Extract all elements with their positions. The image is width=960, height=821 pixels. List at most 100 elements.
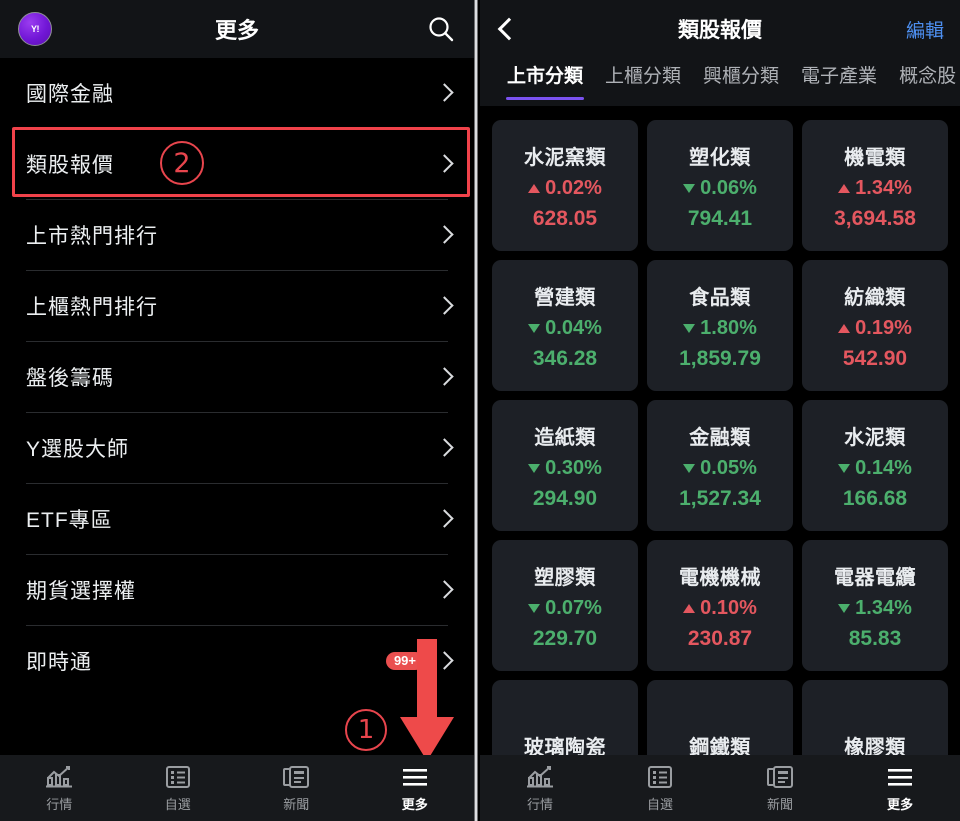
yahoo-avatar[interactable]: Y! xyxy=(18,12,52,46)
sector-tile[interactable]: 紡織類 0.19% 542.90 xyxy=(802,260,948,391)
tabbar-item-news[interactable]: 新聞 xyxy=(237,764,356,813)
sector-change-percent: 0.30% xyxy=(528,457,602,480)
sector-change-percent: 0.10% xyxy=(683,597,757,620)
screenshot-root: Y! 更多 國際金融類股報價上市熱門排行上櫃熱門排行盤後籌碼 Y選股大師 ETF專區… xyxy=(0,0,960,821)
sector-index-value: 3,694.58 xyxy=(834,206,916,230)
sector-name: 金融類 xyxy=(689,426,751,449)
sector-tile[interactable]: 營建類 0.04% 346.28 xyxy=(492,260,638,391)
sector-tile[interactable]: 塑膠類 0.07% 229.70 xyxy=(492,540,638,671)
menu-item-label: 上櫃熱門排行 xyxy=(26,296,158,319)
menu-item-label: ETF專區 xyxy=(26,509,113,532)
tabbar-label: 行情 xyxy=(46,796,73,812)
sector-tile[interactable]: 水泥類 0.14% 166.68 xyxy=(802,400,948,531)
menu-item-5[interactable]: 盤後籌碼 xyxy=(0,342,474,412)
tab-3[interactable]: 興櫃分類 xyxy=(692,58,790,106)
sector-change-percent: 0.19% xyxy=(838,317,912,340)
percent-value: 0.05% xyxy=(700,456,757,479)
sector-index-value: 1,527.34 xyxy=(679,486,761,510)
tabbar-item-list[interactable]: 自選 xyxy=(119,764,238,813)
edit-button[interactable]: 編輯 xyxy=(906,16,944,43)
tabbar-item-list[interactable]: 自選 xyxy=(600,764,720,813)
sector-index-value: 794.41 xyxy=(687,206,753,230)
hamburger-icon xyxy=(400,764,430,790)
triangle-down-icon xyxy=(683,183,696,193)
sector-name: 造紙類 xyxy=(534,426,596,449)
chevron-right-icon xyxy=(438,153,452,175)
left-bottom-tabbar: 行情 自選 新聞 更多 xyxy=(0,755,474,821)
tabbar-label: 新聞 xyxy=(766,796,793,812)
sector-tile-grid: 水泥窯類 0.02% 628.05 塑化類 0.06% 794.41 機電類 1.34% 3,6… xyxy=(480,106,960,811)
menu-item-4[interactable]: 上櫃熱門排行 xyxy=(0,271,474,341)
menu-item-2[interactable]: 類股報價 xyxy=(0,129,474,199)
chart-icon xyxy=(525,764,555,790)
tabbar-item-news[interactable]: 新聞 xyxy=(720,764,840,813)
sector-name: 塑膠類 xyxy=(534,566,596,589)
sector-name: 電器電纜 xyxy=(834,566,916,589)
list-icon xyxy=(645,764,675,790)
menu-item-1[interactable]: 國際金融 xyxy=(0,58,474,128)
menu-item-6[interactable]: Y選股大師 xyxy=(0,413,474,483)
hamburger-icon xyxy=(885,764,915,790)
tab-5[interactable]: 概念股 xyxy=(888,58,960,106)
sector-name: 紡織類 xyxy=(844,286,906,309)
sector-tile[interactable]: 造紙類 0.30% 294.90 xyxy=(492,400,638,531)
sector-tile[interactable]: 食品類 1.80% 1,859.79 xyxy=(647,260,793,391)
sector-index-value: 230.87 xyxy=(687,626,753,650)
percent-value: 1.34% xyxy=(855,596,912,619)
news-icon xyxy=(765,764,795,790)
category-tab-strip: 上市分類 上櫃分類 興櫃分類 電子產業 概念股 xyxy=(480,58,960,106)
sector-tile[interactable]: 電器電纜 1.34% 85.83 xyxy=(802,540,948,671)
chevron-right-icon xyxy=(438,579,452,601)
menu-item-label: 類股報價 xyxy=(26,154,114,177)
sector-tile[interactable]: 塑化類 0.06% 794.41 xyxy=(647,120,793,251)
menu-item-9[interactable]: 即時通 99+ xyxy=(0,626,474,696)
sector-change-percent: 0.06% xyxy=(683,177,757,200)
sector-tile[interactable]: 機電類 1.34% 3,694.58 xyxy=(802,120,948,251)
more-menu-list: 國際金融類股報價上市熱門排行上櫃熱門排行盤後籌碼 Y選股大師 ETF專區期貨選擇權即… xyxy=(0,58,474,696)
tabbar-item-chart[interactable]: 行情 xyxy=(0,764,119,813)
sector-name: 塑化類 xyxy=(689,146,751,169)
tabbar-label: 自選 xyxy=(164,796,191,812)
sector-tile[interactable]: 電機機械 0.10% 230.87 xyxy=(647,540,793,671)
tab-2[interactable]: 上櫃分類 xyxy=(594,58,692,106)
menu-item-7[interactable]: ETF專區 xyxy=(0,484,474,554)
percent-value: 1.34% xyxy=(855,176,912,199)
sector-change-percent: 1.80% xyxy=(683,317,757,340)
sector-tile[interactable]: 水泥窯類 0.02% 628.05 xyxy=(492,120,638,251)
sector-name: 機電類 xyxy=(844,146,906,169)
right-phone-panel: 類股報價 編輯 上市分類 上櫃分類 興櫃分類 電子產業 概念股 水泥窯類 0.02% 628… xyxy=(480,0,960,821)
chart-icon xyxy=(44,764,74,790)
sector-index-value: 294.90 xyxy=(532,486,598,510)
sector-tile[interactable]: 金融類 0.05% 1,527.34 xyxy=(647,400,793,531)
triangle-up-icon xyxy=(838,183,851,193)
chevron-right-icon xyxy=(438,295,452,317)
left-header: Y! 更多 xyxy=(0,0,474,58)
tabbar-label: 新聞 xyxy=(283,796,310,812)
left-phone-panel: Y! 更多 國際金融類股報價上市熱門排行上櫃熱門排行盤後籌碼 Y選股大師 ETF專區… xyxy=(0,0,474,821)
sector-index-value: 229.70 xyxy=(532,626,598,650)
menu-item-8[interactable]: 期貨選擇權 xyxy=(0,555,474,625)
tabbar-item-hamburger[interactable]: 更多 xyxy=(840,764,960,813)
chevron-right-icon xyxy=(438,508,452,530)
menu-item-label: 即時通 xyxy=(26,651,92,674)
sector-index-value: 1,859.79 xyxy=(679,346,761,370)
sector-index-value: 628.05 xyxy=(532,206,598,230)
triangle-down-icon xyxy=(528,463,541,473)
percent-value: 0.14% xyxy=(855,456,912,479)
chevron-right-icon xyxy=(438,650,452,672)
menu-item-3[interactable]: 上市熱門排行 xyxy=(0,200,474,270)
triangle-down-icon xyxy=(528,323,541,333)
tabbar-item-hamburger[interactable]: 更多 xyxy=(356,764,475,813)
sector-name: 營建類 xyxy=(534,286,596,309)
back-chevron-icon[interactable] xyxy=(496,16,518,42)
menu-item-label: Y選股大師 xyxy=(26,438,130,461)
unread-badge: 99+ xyxy=(385,652,424,670)
chevron-right-icon xyxy=(438,224,452,246)
menu-item-label: 期貨選擇權 xyxy=(26,580,136,603)
tab-1[interactable]: 上市分類 xyxy=(496,58,594,106)
tab-4[interactable]: 電子產業 xyxy=(790,58,888,106)
tabbar-label: 自選 xyxy=(646,796,673,812)
tabbar-item-chart[interactable]: 行情 xyxy=(480,764,600,813)
search-icon[interactable] xyxy=(426,14,456,44)
sector-index-value: 85.83 xyxy=(848,626,902,650)
